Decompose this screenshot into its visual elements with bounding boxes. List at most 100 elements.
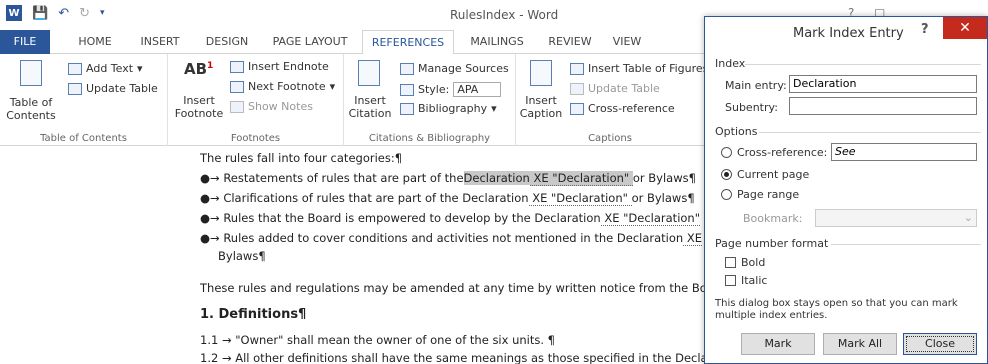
cross-reference-field[interactable]: See — [831, 143, 977, 161]
insert-citation-button[interactable]: Insert Citation — [344, 94, 396, 120]
bold-checkbox[interactable] — [725, 257, 736, 268]
cross-reference-label: Cross-reference: — [737, 146, 828, 159]
current-page-radio[interactable] — [721, 169, 732, 180]
group-label: Citations & Bibliography — [368, 133, 491, 144]
page-range-radio[interactable] — [721, 189, 732, 200]
update-table-captions-icon — [570, 82, 584, 95]
cross-reference-label: Cross-reference — [588, 102, 675, 115]
subentry-field[interactable] — [789, 97, 977, 115]
bookmark-select[interactable]: ⌄ — [815, 209, 977, 227]
style-icon — [400, 83, 414, 96]
table-of-contents-button[interactable]: Table of Contents — [4, 96, 58, 122]
main-entry-field[interactable]: Declaration — [789, 75, 977, 93]
show-notes-icon — [230, 100, 244, 113]
insert-caption-button[interactable]: Insert Caption — [516, 94, 566, 120]
mark-button[interactable]: Mark — [741, 333, 815, 355]
italic-checkbox[interactable] — [725, 275, 736, 286]
section-heading: 1. Definitions¶ — [200, 307, 307, 322]
undo-icon[interactable]: ↶ — [58, 6, 69, 21]
table-of-figures-icon — [570, 62, 584, 75]
xe-field: XE "Declaration" — [528, 191, 632, 206]
bibliography-button[interactable]: Bibliography ▾ — [400, 102, 497, 115]
bookmark-label: Bookmark: — [743, 212, 803, 225]
dialog-title-bar[interactable]: Mark Index Entry ? ✕ — [705, 17, 987, 47]
manage-sources-icon — [400, 62, 414, 75]
update-table-captions-label: Update Table — [588, 82, 660, 95]
tab-review[interactable]: REVIEW — [542, 30, 598, 54]
page-range-label: Page range — [737, 188, 800, 201]
page-format-section-label: Page number format — [715, 237, 829, 250]
save-icon[interactable]: 💾 — [32, 6, 48, 21]
update-table-button[interactable]: Update Table — [68, 82, 158, 95]
redo-icon[interactable]: ↻ — [79, 6, 90, 21]
group-footnotes: AB1 Insert Footnote Insert Endnote Next … — [168, 54, 344, 146]
insert-footnote-button[interactable]: Insert Footnote — [172, 94, 226, 120]
manage-sources-button[interactable]: Manage Sources — [400, 62, 509, 75]
group-table-of-contents: Table of Contents Add Text ▾ Update Tabl… — [0, 54, 168, 146]
doc-line-text: or Bylaws¶ — [632, 171, 696, 185]
insert-table-of-figures-button[interactable]: Insert Table of Figures — [570, 62, 708, 75]
style-label: Style: — [418, 83, 450, 96]
tab-insert[interactable]: INSERT — [134, 30, 186, 54]
tab-page-layout[interactable]: PAGE LAYOUT — [266, 30, 354, 54]
group-captions: Insert Caption Insert Table of Figures U… — [516, 54, 708, 146]
insert-endnote-label: Insert Endnote — [248, 60, 329, 73]
group-citations: Insert Citation Manage Sources Style: APA… — [344, 54, 516, 146]
divider — [759, 132, 981, 133]
doc-line-text: Clarifications of rules that are part of… — [223, 191, 529, 205]
doc-line-text: Rules that the Board is empowered to dev… — [223, 211, 601, 225]
manage-sources-label: Manage Sources — [418, 62, 509, 75]
insert-table-of-figures-label: Insert Table of Figures — [588, 62, 709, 75]
table-of-contents-icon — [20, 60, 42, 86]
main-entry-label: Main entry: — [725, 79, 787, 92]
update-table-captions-button[interactable]: Update Table — [570, 82, 660, 95]
add-text-icon — [68, 62, 82, 75]
tab-references[interactable]: REFERENCES — [362, 30, 454, 55]
insert-endnote-button[interactable]: Insert Endnote — [230, 60, 329, 73]
doc-line: ●→ Restatements of rules that are part o… — [200, 171, 696, 186]
close-button[interactable]: Close — [903, 333, 977, 355]
group-label: Footnotes — [230, 133, 281, 144]
tab-mailings[interactable]: MAILINGS — [462, 30, 532, 54]
customize-qat-icon[interactable]: ▾ — [100, 8, 105, 18]
style-dropdown[interactable]: Style: APA — [400, 82, 502, 97]
add-text-button[interactable]: Add Text ▾ — [68, 62, 143, 75]
tab-file[interactable]: FILE — [0, 30, 50, 54]
subentry-label: Subentry: — [725, 101, 778, 114]
doc-line: 1.2 → All other definitions shall have t… — [200, 351, 720, 364]
tab-design[interactable]: DESIGN — [200, 30, 254, 54]
mark-index-entry-dialog: Mark Index Entry ? ✕ Index Main entry: D… — [704, 16, 988, 364]
cross-reference-icon — [570, 102, 584, 115]
help-icon[interactable]: ? — [921, 22, 929, 37]
cross-reference-button[interactable]: Cross-reference — [570, 102, 675, 115]
doc-line-text: Rules added to cover conditions and acti… — [223, 231, 684, 245]
doc-line: ●→ Clarifications of rules that are part… — [200, 191, 695, 206]
chevron-down-icon: ⌄ — [963, 211, 973, 224]
doc-line: These rules and regulations may be amend… — [200, 281, 719, 295]
next-footnote-label: Next Footnote — [248, 80, 326, 93]
doc-line: ●→ Rules added to cover conditions and a… — [200, 231, 703, 246]
doc-line-text: or Bylaws¶ — [631, 191, 695, 205]
cross-reference-radio[interactable] — [721, 147, 732, 158]
xe-field: XE — [683, 231, 703, 246]
dialog-note: This dialog box stays open so that you c… — [715, 298, 958, 321]
next-footnote-button[interactable]: Next Footnote ▾ — [230, 80, 335, 93]
insert-caption-icon — [530, 60, 552, 86]
divider — [831, 244, 981, 245]
next-footnote-icon — [230, 80, 244, 93]
insert-endnote-icon — [230, 60, 244, 73]
close-icon[interactable]: ✕ — [943, 17, 987, 39]
insert-citation-icon — [358, 60, 380, 86]
selected-text: Declaration — [463, 171, 530, 185]
tab-view[interactable]: VIEW — [604, 30, 650, 54]
style-select[interactable]: APA — [453, 82, 502, 97]
index-section-label: Index — [715, 57, 746, 70]
tab-home[interactable]: HOME — [70, 30, 120, 54]
divider — [745, 64, 981, 65]
group-label: Captions — [588, 133, 632, 144]
show-notes-button[interactable]: Show Notes — [230, 100, 313, 113]
mark-all-button[interactable]: Mark All — [823, 333, 897, 355]
options-section-label: Options — [715, 125, 758, 138]
current-page-label: Current page — [737, 168, 810, 181]
insert-footnote-icon: AB1 — [184, 60, 214, 78]
